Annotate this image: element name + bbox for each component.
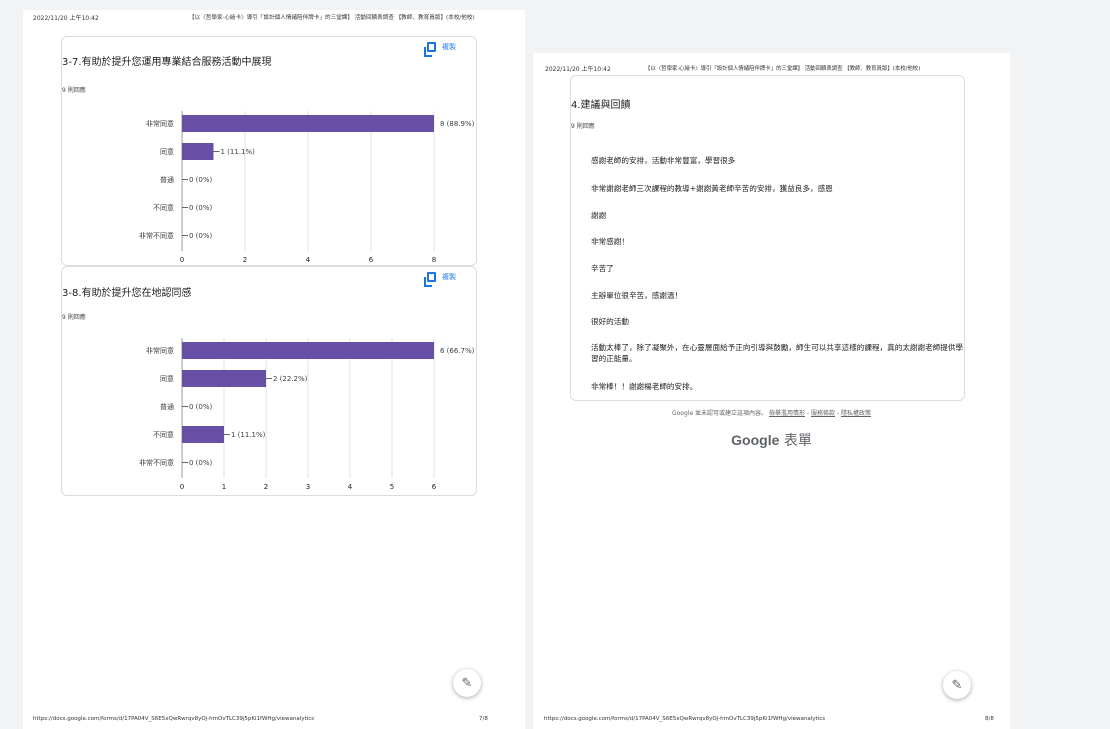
x-tick-label: 1 [222, 483, 226, 491]
response-item: 非常謝謝老師三次課程的教導+謝謝黃老師辛苦的安排，獲益良多，感恩 [591, 184, 833, 193]
question-card-3-7: 3-7.有助於提升您運用專業結合服務活動中展現 9 則回應 複製 0 2 4 6 8 非常… [61, 36, 477, 266]
response-item: 主辦單位很辛苦，感謝溫！ [591, 291, 683, 300]
link-terms[interactable]: 服務條款 [811, 410, 835, 417]
edit-pencil-icon: ✎ [461, 675, 473, 691]
x-tick-label: 5 [390, 483, 394, 491]
x-tick-label: 4 [348, 483, 353, 491]
print-footer-url: https://docs.google.com/forms/d/17PA04V_… [544, 716, 826, 722]
category-label: 不同意 [153, 430, 174, 439]
bar [182, 426, 224, 443]
bar-chart: 0 2 4 6 8 非常同意 8 (88.9%) 同意 1 (11.1%) 普通 0 (0%) 不同意… [139, 111, 475, 264]
google-wordmark: Google [731, 432, 780, 448]
response-item: 非常棒！！謝謝楊老師的安排。 [591, 382, 698, 391]
category-label: 同意 [160, 147, 174, 156]
data-label: 0 (0%) [189, 204, 213, 212]
bar-chart: 0 1 2 3 4 5 6 非常同意 6 (66.7%) 同意 2 (22.2%) 普通 0 (0%) 不… [139, 338, 475, 491]
category-label: 非常同意 [146, 119, 174, 128]
data-label: 0 (0%) [189, 176, 213, 184]
category-label: 同意 [160, 374, 174, 383]
data-label: 2 (22.2%) [273, 375, 308, 383]
bar [182, 370, 266, 387]
pdf-page-7: 2022/11/20 上午10:42 【以〈哲學家·心繪卡〉導引「設計個人情緒陪… [23, 10, 525, 729]
edit-fab-button[interactable]: ✎ [453, 669, 481, 697]
category-label: 非常不同意 [139, 231, 174, 240]
google-forms-logo: Google 表單 [533, 430, 1010, 450]
question-card-4: 4.建議與回饋 9 則回應 感謝老師的安排，活動非常豐富，學習很多 非常謝謝老師… [570, 75, 965, 401]
print-header-time: 2022/11/20 上午10:42 [545, 66, 611, 73]
response-item: 很好的活動 [591, 317, 629, 326]
forms-wordmark: 表單 [783, 433, 812, 449]
google-disclaimer: Google 並未認可或建立這項內容。 檢舉濫用情形 - 服務條款 - 隱私權政… [671, 410, 871, 417]
data-label: 0 (0%) [189, 232, 213, 240]
data-label: 8 (88.9%) [440, 120, 475, 128]
data-label: 0 (0%) [189, 459, 213, 467]
print-footer-page: 7/8 [479, 716, 488, 722]
print-header-title: 【以〈哲學家·心繪卡〉導引「設計個人情緒陪伴牌卡」的三堂課】 活動回饋表調查 【… [189, 15, 475, 21]
x-tick-label: 6 [369, 256, 374, 264]
x-tick-label: 0 [180, 483, 184, 491]
category-label: 不同意 [153, 203, 174, 212]
link-report-abuse[interactable]: 檢舉濫用情形 [769, 410, 805, 417]
x-tick-label: 6 [432, 483, 437, 491]
response-item: 辛苦了 [591, 264, 614, 273]
x-tick-label: 4 [306, 256, 311, 264]
print-header-time: 2022/11/20 上午10:42 [33, 15, 99, 22]
response-count: 9 則回應 [571, 123, 595, 130]
print-header-title: 【以〈哲學家·心繪卡〉導引「設計個人情緒陪伴牌卡」的三堂課】 活動回饋表調查 【… [645, 66, 921, 72]
print-footer-url: https://docs.google.com/forms/d/17PA04V_… [33, 716, 315, 722]
bar [182, 115, 434, 132]
data-label: 1 (11.1%) [221, 148, 256, 156]
x-tick-label: 2 [264, 483, 268, 491]
category-label: 非常不同意 [139, 458, 174, 467]
disclaimer-text: Google 並未認可或建立這項內容。 [671, 410, 768, 417]
category-label: 普通 [160, 402, 174, 411]
question-card-3-8: 3-8.有助於提升您在地認同感 9 則回應 複製 0 1 2 3 4 5 6 非常同意 6 (6… [61, 266, 477, 496]
print-footer-page: 8/8 [985, 716, 994, 722]
x-tick-label: 2 [243, 256, 247, 264]
x-tick-label: 0 [180, 256, 184, 264]
response-item: 活動太棒了，除了凝聚外，在心靈層面給予正向引導與鼓勵，師生可以共享這樣的課程，真… [591, 343, 964, 363]
x-tick-label: 8 [432, 256, 436, 264]
data-label: 0 (0%) [189, 403, 213, 411]
x-tick-label: 3 [306, 483, 310, 491]
category-label: 普通 [160, 175, 174, 184]
edit-fab-button[interactable]: ✎ [943, 671, 971, 699]
bar [182, 143, 214, 160]
data-label: 1 (11.1%) [231, 431, 266, 439]
bar [182, 342, 434, 359]
response-item: 謝謝 [591, 211, 607, 220]
question-title: 4.建議與回饋 [571, 100, 631, 111]
response-item: 非常感謝！ [591, 237, 629, 246]
pdf-page-8: 2022/11/20 上午10:42 【以〈哲學家·心繪卡〉導引「設計個人情緒陪… [533, 53, 1010, 729]
response-item: 感謝老師的安排，活動非常豐富，學習很多 [591, 156, 736, 165]
edit-pencil-icon: ✎ [951, 677, 963, 693]
category-label: 非常同意 [146, 346, 174, 355]
link-privacy[interactable]: 隱私權政策 [841, 410, 871, 417]
data-label: 6 (66.7%) [440, 347, 475, 355]
